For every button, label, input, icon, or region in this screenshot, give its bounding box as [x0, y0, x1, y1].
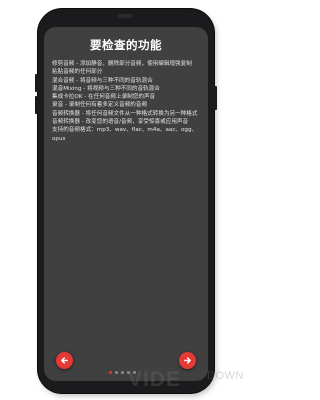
front-camera: [118, 14, 132, 18]
volume-button: [35, 96, 38, 114]
page-dot: [115, 371, 118, 374]
feature-line: 录音 - 录制任何有着多定义音频的音频: [52, 102, 148, 109]
feature-line: 混合音频 - 将音频与三种不同的音轨混合: [52, 77, 153, 84]
feature-line: 音频转换器 - 改变您的语音/音频，享受惊喜或应用声音: [52, 119, 189, 126]
watermark-sub: DOWN: [207, 370, 244, 382]
page-dot: [121, 371, 124, 374]
volume-button: [35, 74, 38, 92]
power-button: [214, 86, 217, 110]
arrow-right-icon: [183, 356, 192, 365]
feature-line: 粘贴音频的任何部分: [52, 69, 103, 76]
next-button[interactable]: [179, 352, 196, 369]
feature-line: 修剪音频 - 添加静音，删除部分音频，使用编辑增强复制: [52, 61, 192, 67]
watermark: VIDE: [128, 368, 182, 391]
feature-line: 集成卡拉OK - 在任何音频上录制您的声音: [52, 94, 156, 101]
feature-line: opus: [52, 135, 66, 142]
page-dot: [109, 371, 112, 374]
feature-list: 修剪音频 - 添加静音，删除部分音频，使用编辑增强复制 粘贴音频的任何部分 混合…: [52, 60, 202, 143]
page-title: 要检查的功能: [90, 38, 162, 52]
feature-line: 支持的音频格式：mp3、wav、flac、m4a、aac、ogg、: [52, 127, 198, 134]
app-screen: 要检查的功能 修剪音频 - 添加静音，删除部分音频，使用编辑增强复制 粘贴音频的…: [44, 27, 208, 381]
stage: 要检查的功能 修剪音频 - 添加静音，删除部分音频，使用编辑增强复制 粘贴音频的…: [0, 0, 250, 400]
prev-button[interactable]: [56, 352, 73, 369]
feature-line: 混音Mixing - 将视频与三种不同的音轨混合: [52, 85, 160, 92]
feature-line: 音频转换器 - 将任何音频文件从一种格式转换为另一种格式: [52, 110, 198, 117]
arrow-left-icon: [60, 356, 69, 365]
